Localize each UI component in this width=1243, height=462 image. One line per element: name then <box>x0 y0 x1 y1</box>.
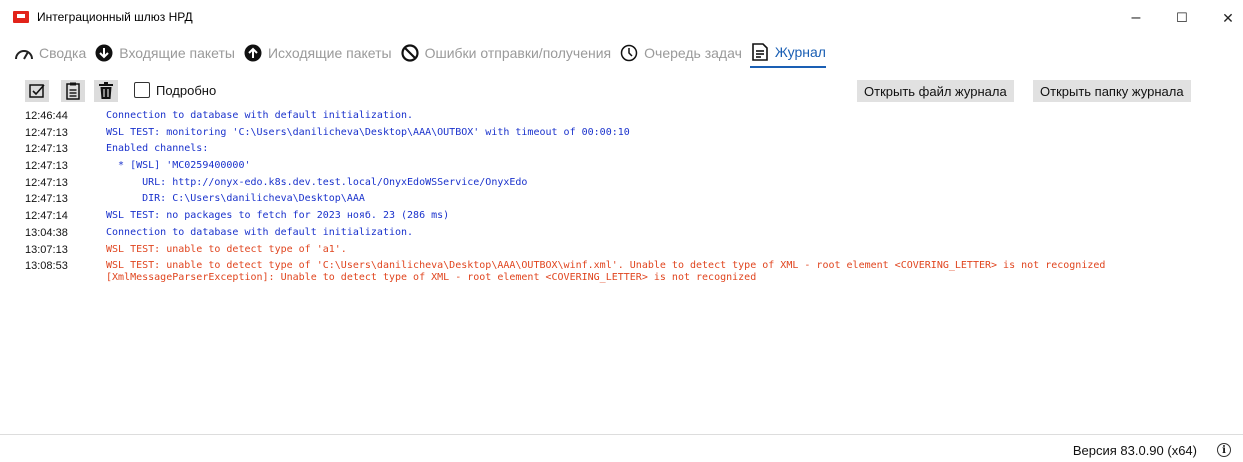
close-button[interactable]: ✕ <box>1212 6 1243 30</box>
version-label: Версия 83.0.90 (x64) <box>1072 443 1197 458</box>
log-timestamp: 13:04:38 <box>25 226 68 239</box>
document-icon <box>750 42 770 62</box>
log-entry: 12:47:14 WSL TEST: no packages to fetch f… <box>0 210 1243 227</box>
log-timestamp: 12:47:13 <box>25 193 68 206</box>
tab-task-queue[interactable]: Очередь задач <box>619 39 742 67</box>
log-message: Connection to database with default init… <box>106 110 414 121</box>
log-timestamp: 13:08:53 <box>25 260 68 273</box>
log-entry: 13:08:53 WSL TEST: unable to detect type … <box>0 260 1243 272</box>
journal-toolbar: Подробно Открыть файл журнала Открыть па… <box>0 78 1243 104</box>
log-message: WSL TEST: monitoring 'C:\Users\daniliche… <box>106 126 630 138</box>
tab-outgoing[interactable]: Исходящие пакеты <box>243 39 392 67</box>
log-timestamp: 12:47:13 <box>25 160 68 173</box>
tab-summary[interactable]: Сводка <box>14 39 86 67</box>
log-timestamp: 12:47:13 <box>25 126 68 139</box>
status-bar: Версия 83.0.90 (x64) i <box>0 434 1243 462</box>
log-entry: [XmlMessageParserException]: Unable to d… <box>0 272 1243 284</box>
select-all-button[interactable] <box>25 80 49 102</box>
window-title: Интеграционный шлюз НРД <box>37 10 193 24</box>
clipboard-icon <box>66 82 80 100</box>
clear-log-button[interactable] <box>94 80 118 102</box>
maximize-button[interactable]: ☐ <box>1166 6 1198 30</box>
verbose-checkbox[interactable] <box>134 82 150 98</box>
checkbox-checked-icon <box>29 84 45 98</box>
log-timestamp: 12:47:13 <box>25 143 68 156</box>
log-entry: 13:04:38 Connection to database with defa… <box>0 227 1243 244</box>
tab-bar: Сводка Входящие пакеты Исходящие пакеты … <box>0 38 1243 68</box>
log-message: DIR: C:\Users\danilicheva\Desktop\AAA <box>106 193 365 205</box>
prohibited-icon <box>400 43 420 63</box>
log-timestamp: 12:47:14 <box>25 210 68 223</box>
log-message: WSL TEST: no packages to fetch for 2023 … <box>106 210 450 222</box>
log-entry: 12:46:44 Connection to database with defa… <box>0 110 1243 127</box>
trash-icon <box>99 82 113 99</box>
arrow-up-circle-icon <box>243 43 263 63</box>
gauge-icon <box>14 43 34 63</box>
tab-label: Исходящие пакеты <box>267 45 392 61</box>
clock-icon <box>619 43 639 63</box>
verbose-label[interactable]: Подробно <box>156 83 216 98</box>
log-entry: 12:47:13 URL: http://onyx-edo.k8s.dev.te… <box>0 177 1243 194</box>
log-message: [XmlMessageParserException]: Unable to d… <box>106 272 757 284</box>
log-view[interactable]: 12:46:44 Connection to database with defa… <box>0 110 1243 284</box>
title-bar: Интеграционный шлюз НРД – ☐ ✕ <box>0 0 1243 36</box>
log-entry: 12:47:13 Enabled channels: <box>0 143 1243 160</box>
minimize-button[interactable]: – <box>1120 6 1152 30</box>
arrow-down-circle-icon <box>94 43 114 63</box>
log-message: Connection to database with default init… <box>106 226 414 238</box>
log-timestamp: 12:47:13 <box>25 176 68 189</box>
tab-incoming[interactable]: Входящие пакеты <box>94 39 235 67</box>
log-entry: 12:47:13 * [WSL] 'MC0259400000' <box>0 160 1243 177</box>
app-logo-icon <box>13 11 29 23</box>
tab-label: Сводка <box>39 45 87 61</box>
open-log-file-button[interactable]: Открыть файл журнала <box>857 80 1014 102</box>
copy-button[interactable] <box>61 80 85 102</box>
tab-label: Входящие пакеты <box>119 45 235 61</box>
log-message: URL: http://onyx-edo.k8s.dev.test.local/… <box>106 176 528 188</box>
tab-label: Ошибки отправки/получения <box>424 45 612 61</box>
log-message: WSL TEST: unable to detect type of 'C:\U… <box>106 260 1106 272</box>
log-message: Enabled channels: <box>106 143 209 155</box>
log-entry: 12:47:13 WSL TEST: monitoring 'C:\Users\d… <box>0 127 1243 144</box>
tab-label: Журнал <box>774 44 826 60</box>
tab-label: Очередь задач <box>644 45 742 61</box>
tab-journal[interactable]: Журнал <box>749 38 826 68</box>
log-timestamp: 13:07:13 <box>25 243 68 256</box>
open-log-folder-button[interactable]: Открыть папку журнала <box>1033 80 1191 102</box>
tab-errors[interactable]: Ошибки отправки/получения <box>400 39 612 67</box>
log-message: * [WSL] 'MC0259400000' <box>106 160 251 172</box>
log-entry: 13:07:13 WSL TEST: unable to detect type … <box>0 244 1243 261</box>
log-timestamp: 12:46:44 <box>25 110 68 122</box>
log-message: WSL TEST: unable to detect type of 'a1'. <box>106 243 347 255</box>
info-icon[interactable]: i <box>1217 443 1231 457</box>
log-entry: 12:47:13 DIR: C:\Users\danilicheva\Deskt… <box>0 193 1243 210</box>
